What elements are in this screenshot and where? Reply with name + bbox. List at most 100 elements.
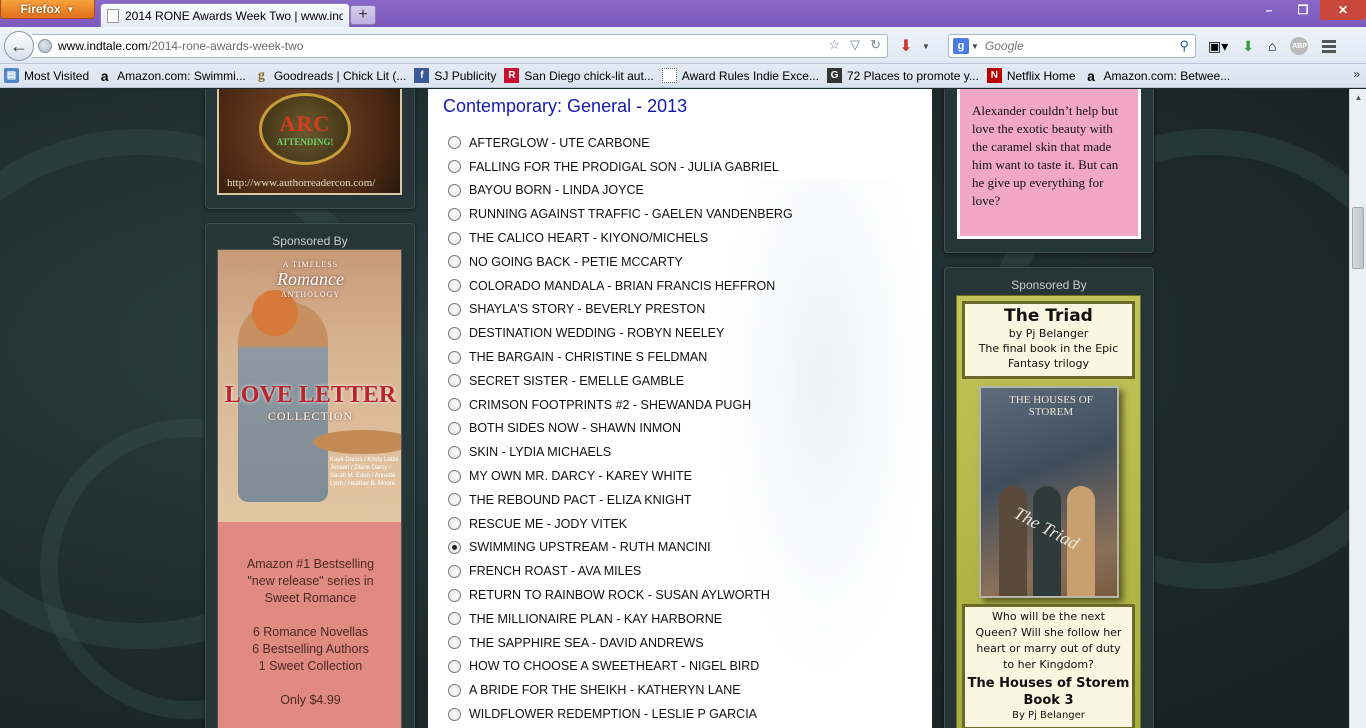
nominee-option[interactable]: AFTERGLOW - UTE CARBONE xyxy=(448,131,918,155)
bookmarks-overflow-button[interactable]: » xyxy=(1353,67,1360,81)
nominee-option[interactable]: BOTH SIDES NOW - SHAWN INMON xyxy=(448,417,918,441)
radio-button[interactable] xyxy=(448,445,461,459)
radio-button[interactable] xyxy=(448,183,461,197)
bookmark-sj-publicity[interactable]: f SJ Publicity xyxy=(414,68,496,83)
radio-button[interactable] xyxy=(448,326,461,340)
scrollbar-thumb[interactable] xyxy=(1352,207,1364,269)
radio-button[interactable] xyxy=(448,374,461,388)
minimize-button[interactable]: – xyxy=(1252,0,1286,20)
goodreads-icon: g xyxy=(257,67,265,83)
radio-button[interactable] xyxy=(448,302,461,316)
nominee-option[interactable]: THE REBOUND PACT - ELIZA KNIGHT xyxy=(448,488,918,512)
scroll-up-arrow-icon[interactable]: ▲ xyxy=(1350,89,1366,106)
ad-line: 6 Romance Novellas xyxy=(252,625,369,639)
radio-button[interactable] xyxy=(448,540,461,554)
bookmark-most-visited[interactable]: ▤ Most Visited xyxy=(4,68,89,83)
radio-button[interactable] xyxy=(448,231,461,245)
radio-button[interactable] xyxy=(448,564,461,578)
triad-ad[interactable]: The Triad by Pj Belanger The final book … xyxy=(956,295,1141,728)
nominee-option[interactable]: THE BARGAIN - CHRISTINE S FELDMAN xyxy=(448,345,918,369)
url-bar[interactable]: www.indtale.com/2014-rone-awards-week-tw… xyxy=(32,34,888,58)
browser-tab[interactable]: 2014 RONE Awards Week Two | www.ind... xyxy=(100,3,350,27)
nominee-option[interactable]: FALLING FOR THE PRODIGAL SON - JULIA GAB… xyxy=(448,155,918,179)
love-letter-cover: A TIMELESS Romance ANTHOLOGY LOVE LETTER… xyxy=(218,250,401,522)
radio-button[interactable] xyxy=(448,493,461,507)
radio-button[interactable] xyxy=(448,612,461,626)
nominee-option[interactable]: COLORADO MANDALA - BRIAN FRANCIS HEFFRON xyxy=(448,274,918,298)
bookmark-72-places[interactable]: G 72 Places to promote y... xyxy=(826,68,979,83)
nominee-option[interactable]: DESTINATION WEDDING - ROBYN NEELEY xyxy=(448,321,918,345)
history-dropdown-icon[interactable]: ▽ xyxy=(850,37,860,53)
adblock-icon[interactable]: ABP xyxy=(1290,37,1309,55)
nominee-option[interactable]: SWIMMING UPSTREAM - RUTH MANCINI xyxy=(448,536,918,560)
bookmark-star-icon[interactable]: ☆ xyxy=(828,37,840,53)
bookmark-amazon-swimming[interactable]: a Amazon.com: Swimmi... xyxy=(97,68,246,84)
radio-button[interactable] xyxy=(448,659,461,673)
radio-button[interactable] xyxy=(448,207,461,221)
radio-button[interactable] xyxy=(448,350,461,364)
nominee-option[interactable]: RETURN TO RAINBOW ROCK - SUSAN AYLWORTH xyxy=(448,583,918,607)
radio-button[interactable] xyxy=(448,707,461,721)
radio-button[interactable] xyxy=(448,160,461,174)
arcon-ad[interactable]: ARC ATTENDING! http://www.authorreaderco… xyxy=(217,89,402,195)
new-tab-button[interactable]: + xyxy=(350,5,376,25)
nominee-option[interactable]: HOW TO CHOOSE A SWEETHEART - NIGEL BIRD xyxy=(448,655,918,679)
bookmarks-menu-icon[interactable]: ▣▾ xyxy=(1208,36,1228,56)
radio-button[interactable] xyxy=(448,636,461,650)
search-icon[interactable]: ⚲ xyxy=(1179,38,1189,54)
chevron-down-icon[interactable]: ▼ xyxy=(971,42,979,51)
menu-icon[interactable] xyxy=(1322,39,1337,53)
chevron-down-icon[interactable]: ▼ xyxy=(922,42,930,51)
nominee-option[interactable]: THE CALICO HEART - KIYONO/MICHELS xyxy=(448,226,918,250)
nominee-option[interactable]: THE MILLIONAIRE PLAN - KAY HARBORNE xyxy=(448,607,918,631)
bookmark-san-diego[interactable]: R San Diego chick-lit aut... xyxy=(504,68,654,83)
close-window-button[interactable]: ✕ xyxy=(1320,0,1366,20)
title-bar: Firefox ▼ 2014 RONE Awards Week Two | ww… xyxy=(0,0,1366,27)
radio-button[interactable] xyxy=(448,279,461,293)
home-icon[interactable]: ⌂ xyxy=(1268,36,1276,56)
vertical-scrollbar[interactable]: ▲ xyxy=(1349,89,1366,728)
nominee-option[interactable]: WILDFLOWER REDEMPTION - LESLIE P GARCIA xyxy=(448,702,918,726)
bookmark-award-rules[interactable]: Award Rules Indie Exce... xyxy=(661,68,819,83)
nominee-title: THE CALICO HEART - KIYONO/MICHELS xyxy=(469,231,709,246)
nominee-option[interactable]: A BRIDE FOR THE SHEIKH - KATHERYN LANE xyxy=(448,678,918,702)
love-letter-title: LOVE LETTER COLLECTION xyxy=(218,382,401,424)
love-letter-ad[interactable]: A TIMELESS Romance ANTHOLOGY LOVE LETTER… xyxy=(217,249,402,728)
download-addon-icon[interactable]: ⬇ xyxy=(896,36,916,56)
site-identity-icon[interactable] xyxy=(38,39,52,53)
nominee-option[interactable]: THE SAPPHIRE SEA - DAVID ANDREWS xyxy=(448,631,918,655)
nominee-option[interactable]: SKIN - LYDIA MICHAELS xyxy=(448,440,918,464)
back-button[interactable]: ← xyxy=(4,31,34,61)
nominee-option[interactable]: SHAYLA'S STORY - BEVERLY PRESTON xyxy=(448,298,918,322)
excerpt-ad[interactable]: Alexander couldn’t help but love the exo… xyxy=(957,89,1141,239)
nominee-option[interactable]: BAYOU BORN - LINDA JOYCE xyxy=(448,179,918,203)
radio-button[interactable] xyxy=(448,421,461,435)
nominee-option[interactable]: FRENCH ROAST - AVA MILES xyxy=(448,559,918,583)
search-bar[interactable]: g ▼ ⚲ xyxy=(948,34,1196,58)
radio-button[interactable] xyxy=(448,398,461,412)
search-input[interactable] xyxy=(984,39,1165,53)
radio-button[interactable] xyxy=(448,469,461,483)
nominee-option[interactable]: MY OWN MR. DARCY - KAREY WHITE xyxy=(448,464,918,488)
nominee-option[interactable]: RESCUE ME - JODY VITEK xyxy=(448,512,918,536)
radio-button[interactable] xyxy=(448,255,461,269)
nominee-option[interactable]: CRIMSON FOOTPRINTS #2 - SHEWANDA PUGH xyxy=(448,393,918,417)
google-icon[interactable]: g xyxy=(953,38,969,54)
downloads-icon[interactable]: ⬇ xyxy=(1242,36,1254,56)
bookmark-goodreads[interactable]: g Goodreads | Chick Lit (... xyxy=(254,68,407,83)
bookmark-netflix[interactable]: N Netflix Home xyxy=(986,68,1076,83)
reload-icon[interactable]: ↻ xyxy=(870,37,881,53)
nominee-option[interactable]: NO GOING BACK - PETIE MCCARTY xyxy=(448,250,918,274)
radio-button[interactable] xyxy=(448,136,461,150)
nominee-option[interactable]: SECRET SISTER - EMELLE GAMBLE xyxy=(448,369,918,393)
radio-button[interactable] xyxy=(448,683,461,697)
bookmark-label: Netflix Home xyxy=(1006,68,1076,83)
nominee-option[interactable]: RUNNING AGAINST TRAFFIC - GAELEN VANDENB… xyxy=(448,202,918,226)
radio-button[interactable] xyxy=(448,588,461,602)
maximize-button[interactable]: ❐ xyxy=(1286,0,1320,20)
radio-button[interactable] xyxy=(448,517,461,531)
bookmark-label: Award Rules Indie Exce... xyxy=(681,68,819,83)
nominee-title: DESTINATION WEDDING - ROBYN NEELEY xyxy=(469,326,725,341)
firefox-menu-button[interactable]: Firefox ▼ xyxy=(0,0,95,19)
bookmark-amazon-between[interactable]: a Amazon.com: Betwee... xyxy=(1084,68,1230,84)
